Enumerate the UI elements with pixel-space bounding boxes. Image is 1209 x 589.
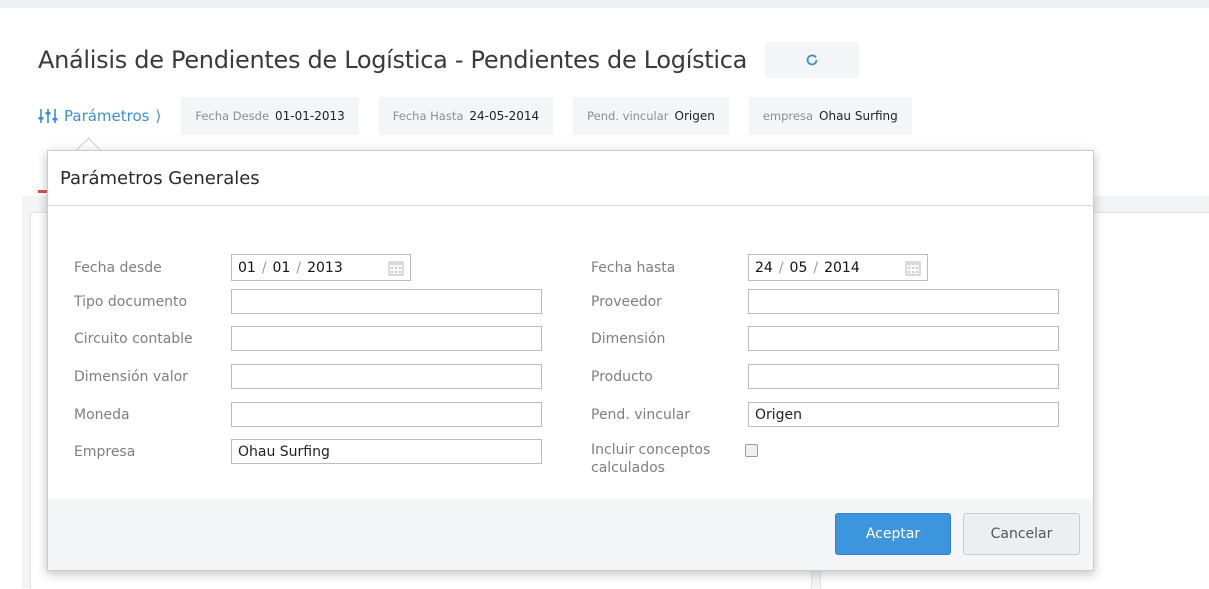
dialog-title: Parámetros Generales (60, 167, 260, 189)
proveedor-input[interactable] (748, 289, 1059, 314)
field-label-line1: Incluir conceptos (591, 442, 711, 458)
field-label: Proveedor (591, 293, 662, 310)
field-proveedor: Proveedor (591, 289, 1059, 314)
field-label: Producto (591, 368, 653, 385)
date-month: 01 (272, 259, 291, 276)
field-fecha-desde: Fecha desde 01 / 01 / 2013 (74, 254, 411, 281)
empresa-input[interactable] (231, 439, 542, 464)
params-bar: Parámetros ⟩ Fecha Desde 01-01-2013 Fech… (38, 96, 932, 136)
circuito-contable-input[interactable] (231, 326, 542, 351)
calendar-icon[interactable] (388, 260, 404, 276)
date-month: 05 (789, 259, 808, 276)
moneda-input[interactable] (231, 402, 542, 427)
field-label: Empresa (74, 443, 136, 460)
field-label: Dimensión (591, 330, 666, 347)
field-label: Fecha hasta (591, 259, 676, 276)
fecha-hasta-input[interactable]: 24 / 05 / 2014 (748, 254, 928, 281)
refresh-button[interactable] (765, 42, 860, 78)
chip-label: Pend. vincular (587, 109, 669, 123)
field-moneda: Moneda (74, 402, 542, 427)
dimension-input[interactable] (748, 326, 1059, 351)
field-label: Dimensión valor (74, 368, 188, 385)
field-label: Fecha desde (74, 259, 162, 276)
accept-button[interactable]: Aceptar (835, 513, 951, 555)
date-year: 2013 (307, 259, 343, 276)
dialog-footer: Aceptar Cancelar (48, 499, 1093, 570)
sliders-icon (38, 109, 58, 123)
chip-value: Origen (674, 109, 715, 123)
field-label-line2: calculados (591, 460, 665, 476)
chip-label: Fecha Hasta (392, 109, 464, 123)
date-year: 2014 (824, 259, 860, 276)
chip-label: empresa (762, 109, 814, 123)
chip-empresa: empresa Ohau Surfing (748, 97, 912, 135)
field-label: Pend. vincular (591, 406, 691, 423)
date-day: 01 (238, 259, 256, 276)
date-day: 24 (755, 259, 773, 276)
date-separator: / (813, 259, 819, 276)
dimension-valor-input[interactable] (231, 364, 542, 389)
page-title: Análisis de Pendientes de Logística - Pe… (38, 46, 748, 74)
field-label: Tipo documento (74, 293, 188, 310)
tipo-documento-input[interactable] (231, 289, 542, 314)
field-producto: Producto (591, 364, 1059, 389)
field-empresa: Empresa (74, 439, 542, 464)
calendar-icon[interactable] (905, 260, 921, 276)
date-separator: / (778, 259, 784, 276)
refresh-icon (806, 54, 818, 66)
field-pend-vincular: Pend. vincular (591, 402, 1059, 427)
field-label: Incluir conceptos calculados (591, 441, 741, 477)
chip-value: Ohau Surfing (819, 109, 898, 123)
chip-value: 01-01-2013 (275, 109, 345, 123)
dialog-header: Parámetros Generales (48, 151, 1093, 206)
field-tipo-documento: Tipo documento (74, 289, 542, 314)
date-separator: / (296, 259, 302, 276)
field-incluir-conceptos: Incluir conceptos calculados (591, 441, 758, 477)
chip-value: 24-05-2014 (469, 109, 540, 123)
pend-vincular-input[interactable] (748, 402, 1059, 427)
incluir-conceptos-checkbox[interactable] (745, 444, 758, 457)
chevron-right-icon: ⟩ (155, 107, 162, 125)
chip-pend-vincular: Pend. vincular Origen (573, 97, 729, 135)
date-separator: / (261, 259, 267, 276)
params-link-label: Parámetros (64, 107, 150, 125)
parameters-dialog: Parámetros Generales Fecha desde 01/01/2… (47, 150, 1094, 571)
field-label: Circuito contable (74, 330, 193, 347)
producto-input[interactable] (748, 364, 1059, 389)
title-row: Análisis de Pendientes de Logística - Pe… (38, 40, 860, 80)
chip-label: Fecha Desde (195, 109, 270, 123)
field-dimension-valor: Dimensión valor (74, 364, 542, 389)
field-fecha-hasta: Fecha hasta 24 / 05 / 2014 (591, 254, 928, 281)
fecha-desde-input[interactable]: 01 / 01 / 2013 (231, 254, 411, 281)
field-dimension: Dimensión (591, 326, 1059, 351)
top-border (0, 0, 1209, 8)
chip-fecha-desde: Fecha Desde 01-01-2013 (181, 97, 359, 135)
field-circuito-contable: Circuito contable (74, 326, 542, 351)
cancel-button[interactable]: Cancelar (963, 513, 1080, 555)
field-label: Moneda (74, 406, 130, 423)
params-toggle-link[interactable]: Parámetros ⟩ (38, 107, 161, 125)
chip-fecha-hasta: Fecha Hasta 24-05-2014 (378, 97, 554, 135)
